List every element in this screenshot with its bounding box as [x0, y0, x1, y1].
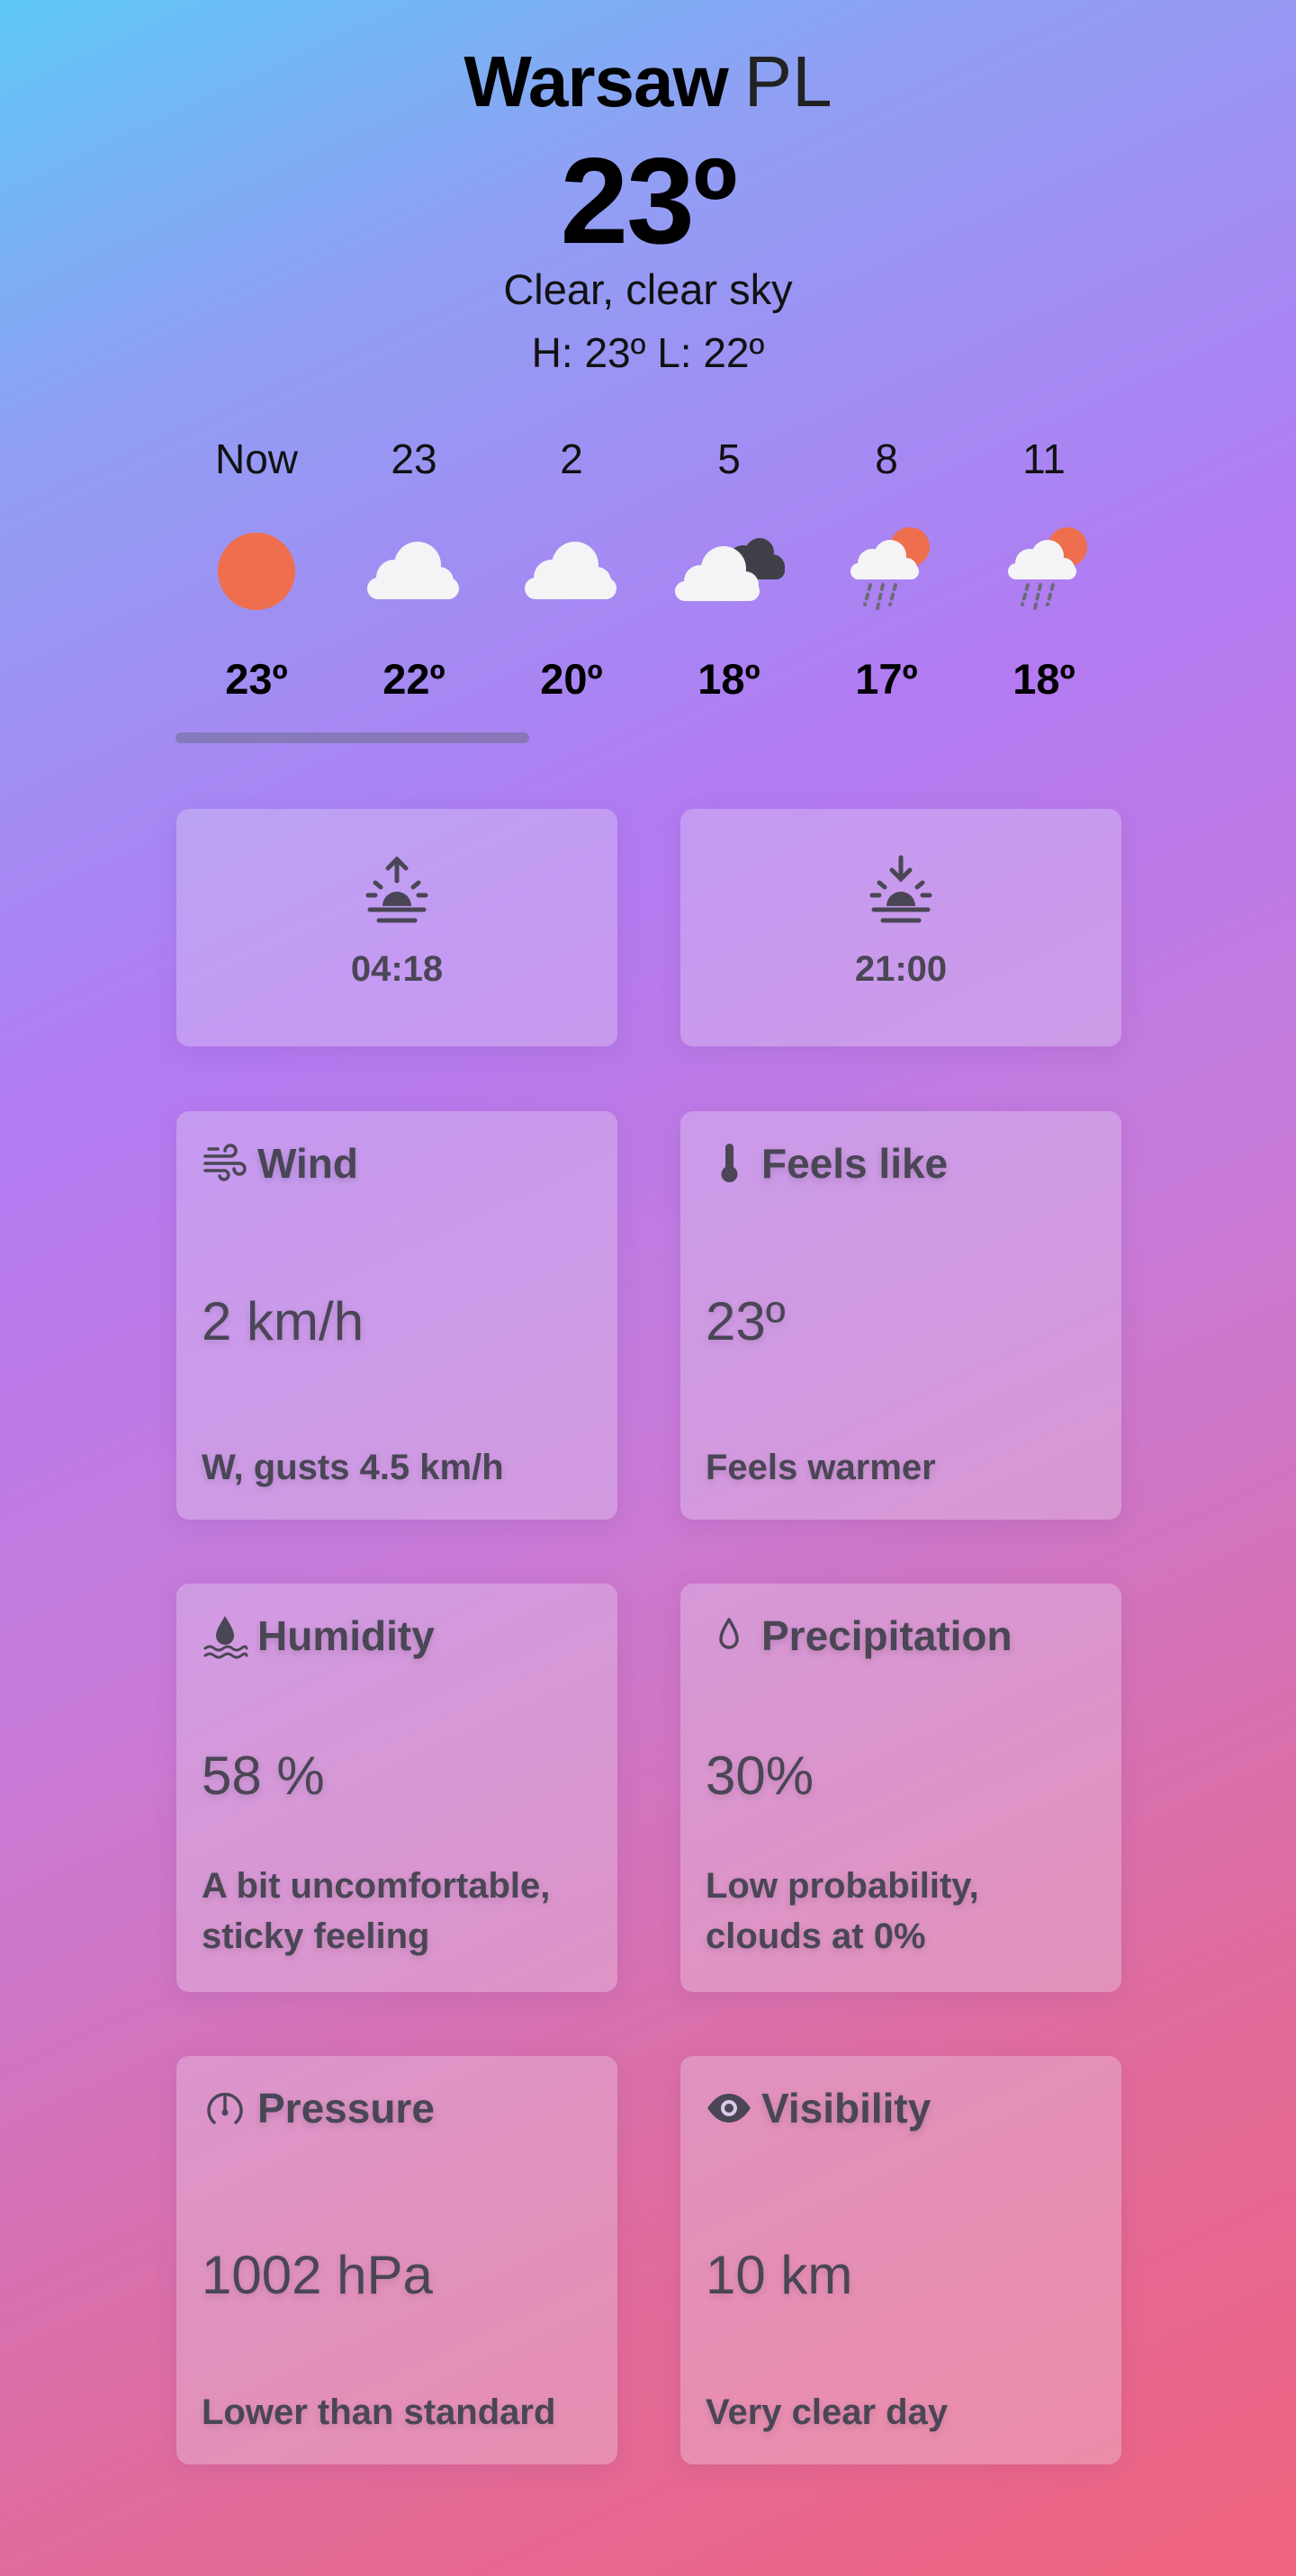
- feels-like-note: Feels warmer: [706, 1448, 936, 1487]
- feels-like-card: Feels like 23º Feels warmer: [680, 1111, 1121, 1520]
- city-name: Warsaw: [464, 41, 728, 121]
- hourly-item[interactable]: 23 22º: [333, 432, 495, 703]
- humidity-card: Humidity 58 % A bit uncomfortable, stick…: [176, 1584, 617, 1992]
- sunset-card: 21:00: [680, 809, 1121, 1046]
- hour-temperature: 18º: [698, 655, 760, 703]
- precipitation-note: Low probability, clouds at 0%: [706, 1866, 979, 1956]
- hour-time: 5: [717, 435, 741, 482]
- sun-icon: [194, 522, 320, 621]
- location: Warsaw PL: [0, 40, 1296, 123]
- wind-icon: [202, 1140, 248, 1187]
- sunset-icon: [865, 854, 937, 926]
- humidity-note: A bit uncomfortable, sticky feeling: [202, 1866, 551, 1956]
- humidity-icon: [202, 1612, 248, 1659]
- cloud-icon: [508, 522, 634, 621]
- pressure-value: 1002 hPa: [202, 2245, 433, 2305]
- wind-card: Wind 2 km/h W, gusts 4.5 km/h: [176, 1111, 617, 1520]
- sun-rain-cloud-icon: [981, 522, 1107, 621]
- wind-value: 2 km/h: [202, 1291, 364, 1351]
- precipitation-title: Precipitation: [761, 1612, 1012, 1659]
- hour-temperature: 20º: [540, 655, 603, 703]
- hour-temperature: 23º: [225, 655, 288, 703]
- hourly-item[interactable]: 8 17º: [806, 432, 968, 703]
- sunrise-card: 04:18: [176, 809, 617, 1046]
- hour-time: 23: [391, 435, 437, 482]
- pressure-title: Pressure: [257, 2085, 435, 2132]
- sunset-time: 21:00: [854, 949, 948, 989]
- hour-time: 2: [560, 435, 583, 482]
- hourly-forecast[interactable]: Now 23º 23 22º 2 20º 5 18º 8 17º 11 18º: [176, 432, 1120, 756]
- precipitation-card: Precipitation 30% Low probability, cloud…: [680, 1584, 1121, 1992]
- droplet-icon: [706, 1612, 752, 1659]
- hour-time: 8: [875, 435, 898, 482]
- visibility-value: 10 km: [706, 2245, 853, 2305]
- hour-temperature: 22º: [382, 655, 446, 703]
- eye-icon: [706, 2085, 752, 2132]
- hourly-item[interactable]: 2 20º: [490, 432, 652, 703]
- pressure-note: Lower than standard: [202, 2392, 556, 2432]
- hourly-item[interactable]: 11 18º: [963, 432, 1125, 703]
- gauge-icon: [202, 2085, 248, 2132]
- hourly-item[interactable]: Now 23º: [176, 432, 338, 703]
- feels-like-title: Feels like: [761, 1140, 949, 1187]
- visibility-title: Visibility: [761, 2085, 932, 2132]
- visibility-note: Very clear day: [706, 2392, 949, 2432]
- high-low-temperature: H: 23º L: 22º: [531, 329, 765, 376]
- visibility-card: Visibility 10 km Very clear day: [680, 2056, 1121, 2464]
- hour-temperature: 17º: [855, 655, 918, 703]
- sun-rain-cloud-icon: [824, 522, 950, 621]
- cloud-icon: [351, 522, 477, 621]
- humidity-title: Humidity: [257, 1612, 435, 1659]
- current-temperature: 23º: [560, 132, 738, 269]
- wind-note: W, gusts 4.5 km/h: [202, 1448, 504, 1487]
- feels-like-value: 23º: [706, 1291, 786, 1351]
- hour-time: 11: [1022, 435, 1066, 482]
- humidity-value: 58 %: [202, 1746, 325, 1806]
- hourly-item[interactable]: 5 18º: [648, 432, 810, 703]
- weather-description: Clear, clear sky: [503, 265, 793, 313]
- thermometer-icon: [706, 1140, 752, 1187]
- pressure-card: Pressure 1002 hPa Lower than standard: [176, 2056, 617, 2464]
- sunrise-time: 04:18: [350, 949, 444, 989]
- country-code: PL: [743, 41, 832, 121]
- hour-time: Now: [214, 435, 299, 482]
- sunrise-icon: [361, 854, 433, 926]
- hourly-scrollbar[interactable]: [176, 732, 529, 743]
- precipitation-value: 30%: [706, 1746, 814, 1806]
- dark-clouds-icon: [666, 522, 792, 621]
- hour-temperature: 18º: [1012, 655, 1076, 703]
- wind-title: Wind: [257, 1140, 358, 1187]
